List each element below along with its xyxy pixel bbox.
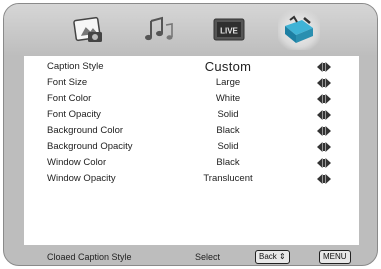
tab-music[interactable] xyxy=(138,10,180,50)
menu-item-caption-style[interactable]: Caption Style Custom xyxy=(23,59,358,75)
menu-item-value: Translucent xyxy=(203,173,253,184)
picture-icon xyxy=(73,16,102,42)
menu-item-value: Black xyxy=(216,125,240,136)
menu-item-background-opacity[interactable]: Background Opacity Solid xyxy=(23,139,358,155)
tab-picture[interactable] xyxy=(68,10,110,50)
live-label: LIVE xyxy=(220,27,238,36)
menu-item-value: Solid xyxy=(217,141,239,152)
left-right-arrows-icon[interactable] xyxy=(317,62,331,72)
menu-item-label: Background Opacity xyxy=(47,141,133,152)
menu-item-font-size[interactable]: Font Size Large xyxy=(23,75,358,91)
menu-button[interactable]: MENU xyxy=(319,250,351,264)
menu-item-label: Caption Style xyxy=(47,61,104,72)
footer-title: Cloaed Caption Style xyxy=(47,252,132,262)
menu-item-window-color[interactable]: Window Color Black xyxy=(23,155,358,171)
tab-setup[interactable] xyxy=(278,10,320,50)
menu-item-font-color[interactable]: Font Color White xyxy=(23,91,358,107)
live-tv-icon: LIVE xyxy=(213,18,245,41)
back-button[interactable]: Back ⇕ xyxy=(255,250,290,264)
left-right-arrows-icon[interactable] xyxy=(317,142,331,152)
left-right-arrows-icon[interactable] xyxy=(317,94,331,104)
select-hint: Select xyxy=(195,252,221,262)
menu-item-background-color[interactable]: Background Color Black xyxy=(23,123,358,139)
menu-item-label: Window Opacity xyxy=(47,173,116,184)
menu-item-label: Font Color xyxy=(47,93,92,104)
toolbox-icon xyxy=(285,15,313,43)
menu-item-value: Black xyxy=(216,157,240,168)
menu-item-label: Font Opacity xyxy=(47,109,101,120)
menu-item-value: White xyxy=(215,93,241,104)
tab-bar: LIVE xyxy=(4,4,377,56)
menu-item-value: Solid xyxy=(217,109,239,120)
left-right-arrows-icon[interactable] xyxy=(317,78,331,88)
footer-bar: Cloaed Caption Style Select Back ⇕ MENU xyxy=(4,248,377,265)
menu-item-label: Background Color xyxy=(47,125,124,136)
menu-item-value: Custom xyxy=(204,59,252,74)
menu-item-window-opacity[interactable]: Window Opacity Translucent xyxy=(23,171,358,187)
left-right-arrows-icon[interactable] xyxy=(317,158,331,168)
menu-item-value: Large xyxy=(215,77,241,88)
left-right-arrows-icon[interactable] xyxy=(317,110,331,120)
menu-item-label: Font Size xyxy=(47,77,88,88)
menu-item-label: Window Color xyxy=(47,157,107,168)
menu-item-font-opacity[interactable]: Font Opacity Solid xyxy=(23,107,358,123)
left-right-arrows-icon[interactable] xyxy=(317,174,331,184)
music-notes-icon xyxy=(145,16,173,41)
left-right-arrows-icon[interactable] xyxy=(317,126,331,136)
tab-live[interactable]: LIVE xyxy=(208,10,250,50)
